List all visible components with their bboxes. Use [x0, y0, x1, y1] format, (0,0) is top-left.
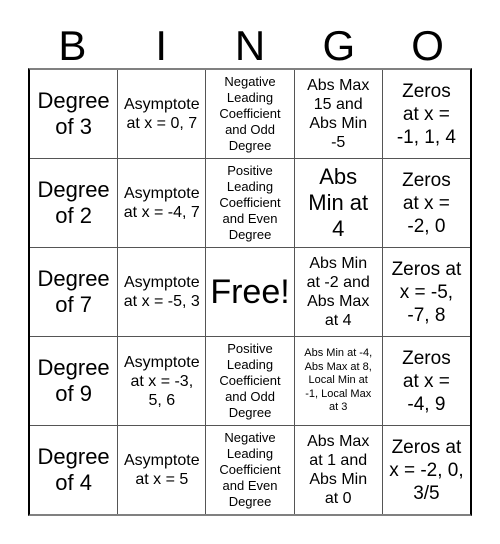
bingo-cell-text: Negative Leading Coefficient and Even De…: [219, 430, 281, 509]
bingo-cell-i5[interactable]: Asymptote at x = 5: [117, 426, 205, 514]
bingo-row: Degree of 7 Asymptote at x = -5, 3 Free!…: [30, 247, 470, 336]
bingo-cell-text: Asymptote at x = 0, 7: [124, 96, 200, 132]
bingo-cell-text: Abs Max 15 and Abs Min -5: [307, 77, 370, 151]
bingo-header-letter-g: G: [322, 22, 356, 69]
bingo-cell-o3[interactable]: Zeros at x = -5, -7, 8: [381, 248, 470, 336]
bingo-cell-o1[interactable]: Zeros at x = -1, 1, 4: [381, 70, 470, 158]
bingo-cell-text: Asymptote at x = -3, 5, 6: [124, 353, 200, 409]
bingo-cell-o2[interactable]: Zeros at x = -2, 0: [381, 159, 470, 247]
bingo-cell-i4[interactable]: Asymptote at x = -3, 5, 6: [117, 337, 205, 425]
bingo-cell-b4[interactable]: Degree of 9: [30, 337, 117, 425]
bingo-cell-text: Degree of 9: [37, 355, 110, 406]
bingo-header: B I N G O: [28, 16, 472, 68]
bingo-cell-g3[interactable]: Abs Min at -2 and Abs Max at 4: [293, 248, 382, 336]
bingo-cell-text: Abs Min at 4: [308, 164, 369, 241]
bingo-cell-text: Degree of 4: [37, 444, 110, 495]
bingo-cell-text: Abs Min at -2 and Abs Max at 4: [306, 255, 370, 329]
bingo-cell-o5[interactable]: Zeros at x = -2, 0, 3/5: [381, 426, 470, 514]
bingo-cell-text: Abs Min at -4, Abs Max at 8, Local Min a…: [304, 347, 373, 414]
bingo-header-letter-n: N: [234, 22, 266, 69]
bingo-cell-i3[interactable]: Asymptote at x = -5, 3: [117, 248, 205, 336]
bingo-cell-n5[interactable]: Negative Leading Coefficient and Even De…: [205, 426, 293, 514]
bingo-cell-b5[interactable]: Degree of 4: [30, 426, 117, 514]
bingo-cell-free-space[interactable]: Free!: [205, 248, 293, 336]
bingo-cell-text: Zeros at x = -2, 0, 3/5: [389, 436, 464, 504]
bingo-grid: Degree of 3 Asymptote at x = 0, 7 Negati…: [28, 68, 472, 516]
bingo-cell-text: Abs Max at 1 and Abs Min at 0: [307, 433, 370, 507]
bingo-cell-text: Zeros at x = -5, -7, 8: [391, 258, 462, 326]
bingo-cell-text: Positive Leading Coefficient and Odd Deg…: [219, 341, 281, 420]
bingo-cell-o4[interactable]: Zeros at x = -4, 9: [381, 337, 470, 425]
bingo-cell-i2[interactable]: Asymptote at x = -4, 7: [117, 159, 205, 247]
bingo-row: Degree of 3 Asymptote at x = 0, 7 Negati…: [30, 70, 470, 158]
bingo-cell-text: Zeros at x = -2, 0: [402, 169, 451, 237]
bingo-cell-g4[interactable]: Abs Min at -4, Abs Max at 8, Local Min a…: [293, 337, 382, 425]
bingo-free-label: Free!: [210, 273, 290, 311]
bingo-cell-text: Degree of 2: [37, 177, 110, 228]
bingo-cell-text: Zeros at x = -4, 9: [402, 347, 451, 415]
bingo-header-letter-b: B: [58, 22, 87, 69]
bingo-cell-text: Zeros at x = -1, 1, 4: [396, 80, 456, 148]
bingo-card: B I N G O Degree of 3 Asymptote at x = 0…: [0, 0, 500, 544]
bingo-cell-b1[interactable]: Degree of 3: [30, 70, 117, 158]
bingo-row: Degree of 9 Asymptote at x = -3, 5, 6 Po…: [30, 336, 470, 425]
bingo-cell-b2[interactable]: Degree of 2: [30, 159, 117, 247]
bingo-cell-n2[interactable]: Positive Leading Coefficient and Even De…: [205, 159, 293, 247]
bingo-cell-text: Asymptote at x = -4, 7: [123, 185, 200, 221]
bingo-cell-text: Positive Leading Coefficient and Even De…: [219, 163, 281, 242]
bingo-header-letter-i: I: [155, 22, 168, 69]
bingo-row: Degree of 4 Asymptote at x = 5 Negative …: [30, 425, 470, 514]
bingo-cell-text: Asymptote at x = 5: [124, 452, 200, 488]
bingo-cell-n4[interactable]: Positive Leading Coefficient and Odd Deg…: [205, 337, 293, 425]
bingo-cell-b3[interactable]: Degree of 7: [30, 248, 117, 336]
bingo-cell-text: Degree of 3: [37, 88, 110, 139]
bingo-cell-text: Degree of 7: [37, 266, 110, 317]
bingo-cell-n1[interactable]: Negative Leading Coefficient and Odd Deg…: [205, 70, 293, 158]
bingo-cell-g5[interactable]: Abs Max at 1 and Abs Min at 0: [293, 426, 382, 514]
bingo-header-letter-o: O: [411, 22, 444, 69]
bingo-cell-text: Asymptote at x = -5, 3: [123, 274, 200, 310]
bingo-cell-text: Negative Leading Coefficient and Odd Deg…: [219, 74, 281, 153]
bingo-cell-i1[interactable]: Asymptote at x = 0, 7: [117, 70, 205, 158]
bingo-cell-g1[interactable]: Abs Max 15 and Abs Min -5: [293, 70, 382, 158]
bingo-cell-g2[interactable]: Abs Min at 4: [293, 159, 382, 247]
bingo-row: Degree of 2 Asymptote at x = -4, 7 Posit…: [30, 158, 470, 247]
